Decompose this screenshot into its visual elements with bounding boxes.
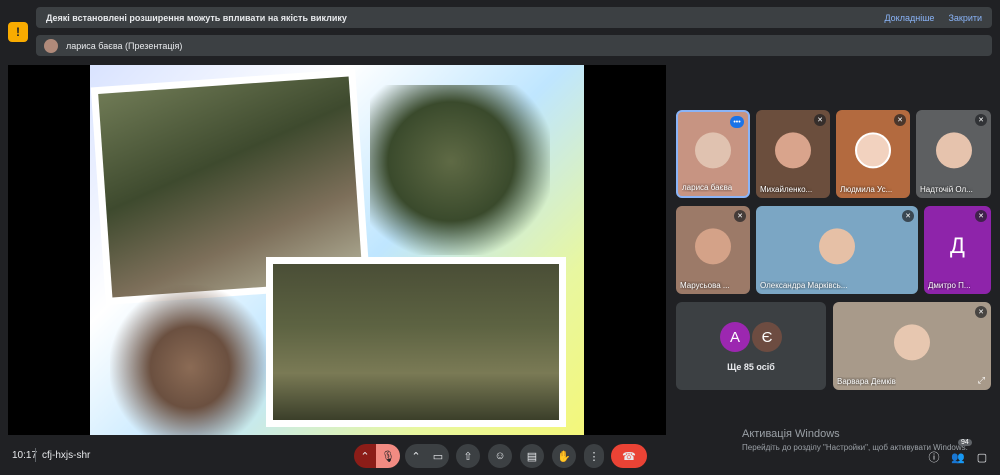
people-icon[interactable]: 👥 <box>950 449 966 465</box>
chevron-up-icon: ⌃ <box>411 450 421 463</box>
emoji-button[interactable]: ☺ <box>488 444 512 468</box>
end-call-icon: ☎ <box>622 450 636 463</box>
participant-name: Олександра Марківсь... <box>760 281 848 290</box>
slide-photo-2 <box>370 85 550 255</box>
participant-tile[interactable]: ✕ Олександра Марківсь... <box>756 206 918 294</box>
mic-off-icon: ✕ <box>734 210 746 222</box>
camera-toggle-button[interactable]: ▭ <box>427 444 449 468</box>
participant-name: лариса баєва <box>682 183 733 192</box>
participant-tile[interactable]: ••• лариса баєва <box>676 110 750 198</box>
presenter-label: лариса баєва (Презентація) <box>66 40 183 51</box>
avatar <box>819 228 855 265</box>
slide-photo-3 <box>266 257 566 427</box>
pin-icon[interactable]: ⤢ <box>978 375 985 386</box>
banner-text: Деякі встановлені розширення можуть впли… <box>46 12 347 23</box>
present-icon: ⇧ <box>463 450 473 463</box>
slide-photo-4 <box>110 285 270 435</box>
more-participants-label: Ще 85 осіб <box>727 362 775 372</box>
avatar <box>775 132 811 169</box>
participant-tile[interactable]: ✕ Людмила Ус... <box>836 110 910 198</box>
captions-button[interactable]: ▤ <box>520 444 544 468</box>
meeting-code: cfj-hxjs-shr <box>42 450 91 461</box>
participant-count-badge: 94 <box>958 439 972 446</box>
avatar: Є <box>752 322 782 352</box>
windows-activation-title: Активація Windows <box>742 428 840 440</box>
avatar: А <box>720 322 750 352</box>
extensions-warning-banner: Деякі встановлені розширення можуть впли… <box>36 7 992 28</box>
participant-name: Марусьова ... <box>680 281 730 290</box>
participant-tile[interactable]: ✕ Надточій Ол... <box>916 110 991 198</box>
warning-icon: ! <box>8 22 28 42</box>
video-options-button[interactable]: ⌃ <box>405 444 427 468</box>
more-dots-icon: ••• <box>730 116 744 128</box>
captions-icon: ▤ <box>526 450 538 463</box>
avatar: Д <box>950 232 965 258</box>
presentation-slide <box>90 65 584 435</box>
info-icon[interactable]: ⓘ <box>926 449 942 465</box>
participant-name: Михайленко... <box>760 185 813 194</box>
participant-name: Дмитро П... <box>928 281 971 290</box>
chevron-up-icon: ⌃ <box>360 450 370 463</box>
participant-name: Варвара Демків <box>837 377 896 386</box>
avatar <box>855 132 891 169</box>
more-options-icon: ⋮ <box>588 450 600 463</box>
end-call-button[interactable]: ☎ <box>611 444 647 468</box>
presenter-bar: лариса баєва (Презентація) <box>36 35 992 56</box>
avatar <box>935 132 972 169</box>
raise-hand-icon: ✋ <box>557 450 571 463</box>
mic-off-icon: ✕ <box>894 114 906 126</box>
avatar <box>44 38 58 53</box>
mic-off-icon: 🎙 <box>381 450 395 463</box>
details-link[interactable]: Докладніше <box>884 13 934 23</box>
mic-off-icon: ✕ <box>975 210 987 222</box>
participant-tile[interactable]: ✕ Марусьова ... <box>676 206 750 294</box>
avatar <box>695 228 731 265</box>
close-link[interactable]: Закрити <box>948 13 982 23</box>
divider <box>35 448 36 462</box>
camera-icon: ▭ <box>432 450 444 463</box>
emoji-icon: ☺ <box>494 450 506 462</box>
participant-name: Надточій Ол... <box>920 185 973 194</box>
present-button[interactable]: ⇧ <box>456 444 480 468</box>
avatar <box>894 324 930 361</box>
avatar <box>695 132 731 169</box>
chat-icon[interactable]: ▢ <box>974 449 990 465</box>
participant-tile[interactable]: ✕ Михайленко... <box>756 110 830 198</box>
participant-name: Людмила Ус... <box>840 185 893 194</box>
more-options-button[interactable]: ⋮ <box>584 444 604 468</box>
meeting-time: 10:17 <box>12 450 38 461</box>
audio-options-button[interactable]: ⌃ <box>354 444 376 468</box>
more-participants-tile[interactable]: А Є Ще 85 осіб <box>676 302 826 390</box>
mic-off-icon: ✕ <box>975 114 987 126</box>
mic-off-icon: ✕ <box>902 210 914 222</box>
mic-toggle-button[interactable]: 🎙 <box>376 444 400 468</box>
participant-tile[interactable]: Д ✕ Дмитро П... <box>924 206 991 294</box>
mic-off-icon: ✕ <box>814 114 826 126</box>
participant-tile[interactable]: ✕ Варвара Демків ⤢ <box>833 302 991 390</box>
raise-hand-button[interactable]: ✋ <box>552 444 576 468</box>
mic-off-icon: ✕ <box>975 306 987 318</box>
